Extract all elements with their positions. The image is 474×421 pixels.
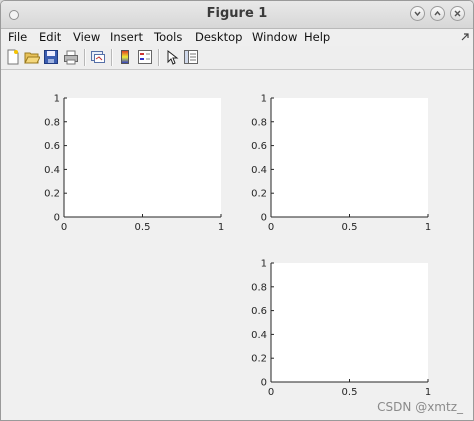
y-tick-label: 0.8 [44,117,60,128]
x-tick-label: 0 [268,387,274,398]
axes-1[interactable] [64,98,221,217]
x-tick-label: 0.5 [135,222,151,233]
open-folder-icon[interactable] [24,49,40,65]
new-figure-icon[interactable] [5,49,21,65]
y-tick-label: 0.4 [251,165,267,176]
window-title: Figure 1 [206,6,268,21]
property-editor-icon[interactable] [183,49,199,65]
toolbar-separator [84,49,86,66]
toolbar-separator [111,49,113,66]
x-tick-label: 0.5 [342,387,358,398]
x-tick-label: 0.5 [342,222,358,233]
x-tick-label: 1 [425,222,431,233]
axes-3[interactable] [271,263,428,382]
dock-arrow-icon[interactable] [460,32,470,42]
y-tick-label: 0.8 [251,282,267,293]
title-bar[interactable]: Figure 1 [1,1,473,29]
x-tick-label: 0 [268,222,274,233]
x-tick-label: 1 [218,222,224,233]
chevron-down-icon [414,11,421,17]
print-icon[interactable] [63,49,79,65]
menu-edit[interactable]: Edit [39,30,61,44]
y-tick-label: 0.4 [44,165,60,176]
y-tick-label: 0.2 [251,189,267,200]
y-tick-label: 0 [261,213,267,224]
y-tick-label: 0.6 [251,141,267,152]
y-tick-label: 1 [54,94,60,105]
y-tick-label: 0.2 [251,354,267,365]
y-tick-label: 0.6 [251,306,267,317]
menu-window[interactable]: Window [252,30,297,44]
legend-icon[interactable] [137,49,153,65]
y-tick-label: 0.8 [251,117,267,128]
close-icon [454,10,461,17]
x-tick-label: 1 [425,387,431,398]
menu-tools[interactable]: Tools [154,30,182,44]
menu-bar: File Edit View Insert Tools Desktop Wind… [1,29,473,46]
y-tick-label: 0.4 [251,330,267,341]
axes-canvas[interactable]: 00.20.40.60.810 0.5 100.20.40.60.810 0.5 100… [5,71,469,417]
figure-window: Figure 1 File Edit View Insert Tools Des… [0,0,474,421]
menu-desktop[interactable]: Desktop [195,30,242,44]
minimize-button[interactable] [410,6,425,21]
menu-view[interactable]: View [73,30,100,44]
maximize-button[interactable] [430,6,445,21]
watermark: CSDN @xmtz_ [377,400,463,414]
y-tick-label: 1 [261,259,267,270]
toolbar-separator [158,49,160,66]
y-tick-label: 0 [54,213,60,224]
x-tick-label: 0 [61,222,67,233]
menu-help[interactable]: Help [304,30,330,44]
close-button[interactable] [450,6,465,21]
toolbar [1,46,473,70]
pointer-arrow-icon[interactable] [164,49,180,65]
menu-file[interactable]: File [8,30,27,44]
menu-insert[interactable]: Insert [110,30,143,44]
y-tick-label: 0 [261,378,267,389]
chevron-up-icon [434,10,441,16]
y-tick-label: 0.2 [44,189,60,200]
y-tick-label: 1 [261,94,267,105]
colorbar-icon[interactable] [117,49,133,65]
save-icon[interactable] [43,49,59,65]
link-figure-icon[interactable] [90,49,106,65]
axes-2[interactable] [271,98,428,217]
y-tick-label: 0.6 [44,141,60,152]
figure-canvas[interactable]: 0 0.2 0.4 0.6 0.8 1 0 0.5 1 0 0.2 0.4 0.6 0.8 1 0 0.5 1 0 0… [5,71,469,417]
